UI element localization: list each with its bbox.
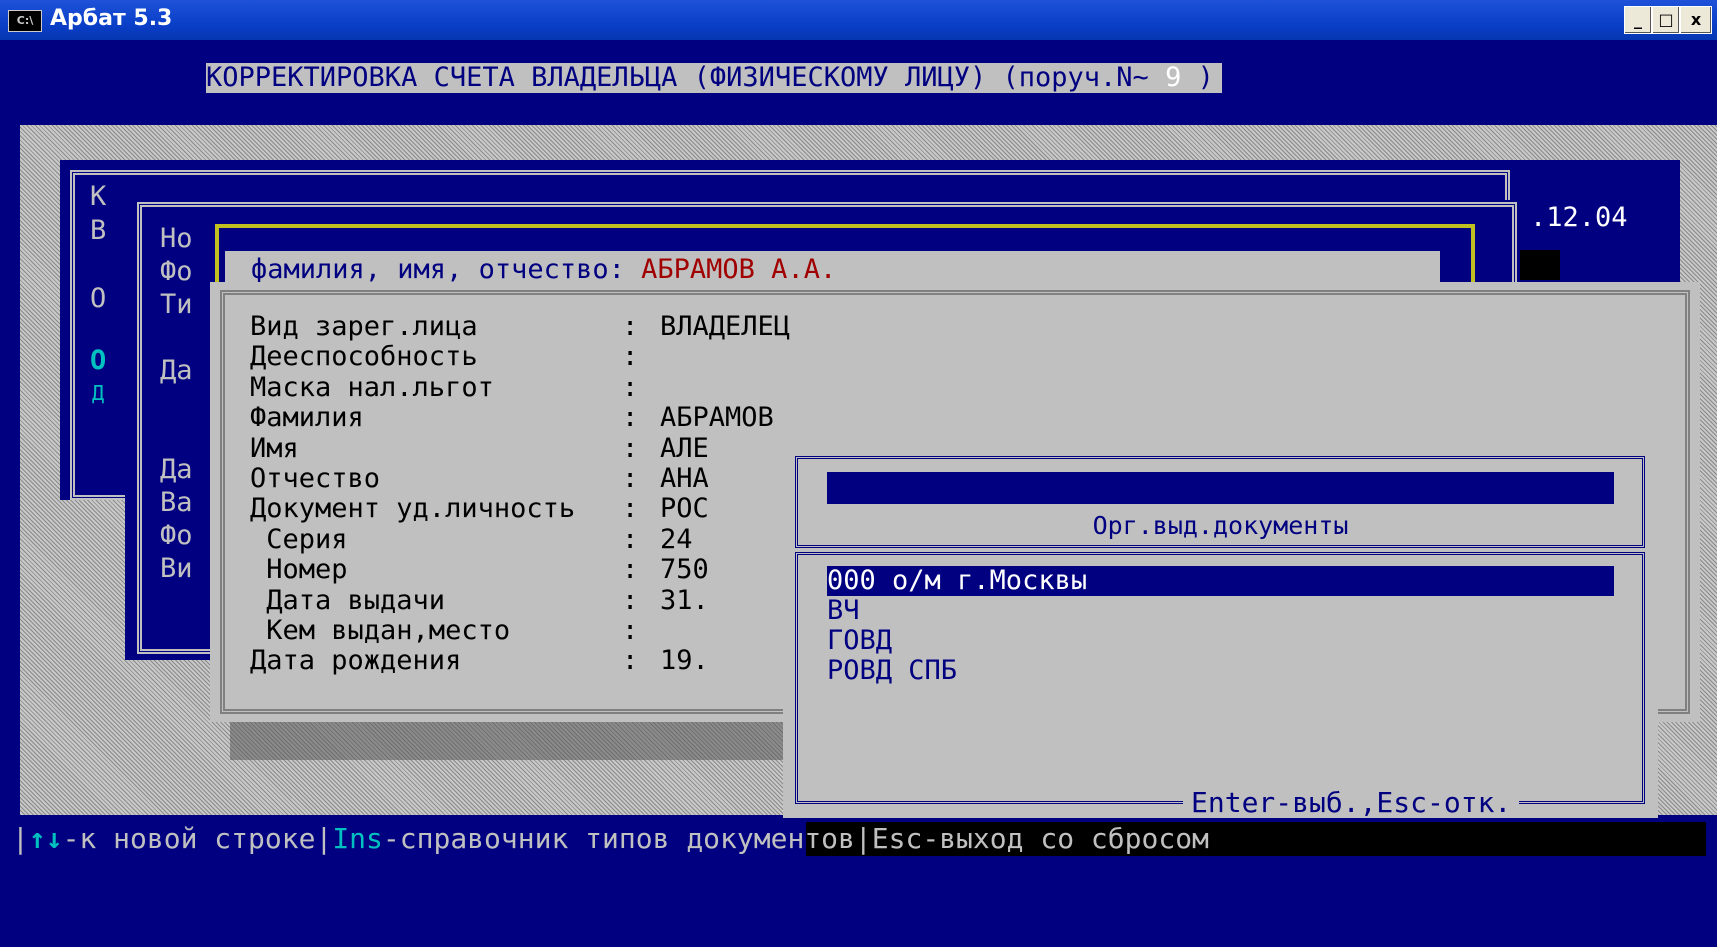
form-row-label: Маска нал.льгот [250, 371, 608, 403]
status-new-row: -к новой строке [62, 822, 316, 855]
bg-letter-d: Д [92, 381, 105, 405]
form-row-sep: : [622, 584, 639, 616]
form-row-label: Документ уд.личность [250, 493, 576, 525]
form-row-label: Дата рождения [250, 645, 608, 677]
form-shadow [230, 720, 790, 760]
bg-letter-v: В [90, 215, 107, 246]
lookup-title: Орг.выд.документы [1092, 511, 1349, 540]
mid-label-da2: Да [160, 454, 193, 485]
page-title: КОРРЕКТИРОВКА СЧЕТА ВЛАДЕЛЬЦА (ФИЗИЧЕСКО… [206, 63, 1222, 93]
status-bar: |↑↓-к новой строке|Ins-справочник типов … [12, 822, 1209, 855]
background-window-letters: К В О [90, 180, 106, 316]
form-row-sep: : [622, 462, 639, 494]
form-row-value[interactable]: 19. [660, 645, 709, 676]
window-title-bar[interactable]: C:\ Арбат 5.3 _ □ x [0, 0, 1717, 40]
form-row-sep: : [622, 554, 639, 586]
ins-key: Ins [332, 822, 383, 855]
form-row-label: Дееспособность [250, 341, 608, 373]
date-fragment: .12.04 [1530, 202, 1628, 233]
form-row-sep: : [622, 341, 639, 373]
form-row-sep: : [622, 311, 639, 342]
form-row-value[interactable]: 31. [660, 585, 709, 616]
lookup-list-item[interactable]: ГОВД [827, 626, 1614, 656]
maximize-button[interactable]: □ [1652, 6, 1680, 34]
page-title-text: КОРРЕКТИРОВКА СЧЕТА ВЛАДЕЛЬЦА (ФИЗИЧЕСКО… [206, 62, 1149, 93]
mid-label-fo: Фо [160, 256, 193, 287]
form-row-value[interactable]: АБРАМОВ [660, 402, 774, 433]
form-row-sep: : [622, 645, 639, 677]
window-title: Арбат 5.3 [50, 6, 173, 31]
form-row-label: Кем выдан,место [250, 614, 608, 646]
mid-label-ti: Ти [160, 289, 193, 320]
name-bar-label: фамилия, имя, отчество: [251, 254, 625, 285]
lookup-list-item[interactable]: ВЧ [827, 596, 1614, 626]
minimize-button[interactable]: _ [1624, 6, 1652, 34]
lookup-list-item[interactable]: 000 о/м г.Москвы [827, 566, 1614, 596]
form-row-label: Вид зарег.лица [250, 311, 608, 342]
form-row-sep: : [622, 371, 639, 403]
form-row-value[interactable]: АЛЕ [660, 433, 709, 464]
form-row-value[interactable]: АНА [660, 463, 709, 494]
lookup-list: 000 о/м г.Москвы ВЧ ГОВД РОВД СПБ [827, 566, 1614, 686]
name-bar-value: АБРАМОВ А.А. [641, 254, 837, 285]
close-button[interactable]: x [1680, 6, 1712, 34]
bg-letter-o2: О [90, 345, 107, 376]
form-row-sep: : [622, 432, 639, 464]
console-icon: C:\ [8, 10, 42, 32]
mid-label-no: Но [160, 223, 193, 254]
lookup-footer-hint: Enter-выб.,Esc-отк. [1183, 788, 1520, 818]
form-row-value[interactable]: 750 [660, 554, 709, 585]
bg-letter-o1: О [90, 283, 107, 314]
form-row-sep: : [622, 523, 639, 555]
status-ins-text: -справочник типов документов [382, 822, 855, 855]
form-row-value[interactable]: ВЛАДЕЛЕЦ [660, 311, 790, 342]
form-row-label: Имя [250, 432, 608, 464]
form-row-label: Номер [250, 554, 608, 586]
mid-label-da1: Да [160, 355, 193, 386]
form-row-sep: : [622, 402, 639, 434]
order-number: 9 [1148, 62, 1198, 93]
form-row-value[interactable]: РОС [660, 493, 709, 524]
lookup-popup[interactable]: Орг.выд.документы 000 о/м г.Москвы ВЧ ГОВД… [783, 448, 1658, 818]
mid-label-va: Ва [160, 487, 193, 518]
page-title-end: ) [1197, 62, 1214, 93]
form-row-label: Отчество [250, 462, 608, 494]
middle-window-labels: Но Фо Ти Да Да Ва Фо Ви [160, 222, 193, 585]
arrows-key: ↑↓ [28, 822, 63, 855]
form-row-label: Серия [250, 523, 608, 555]
form-row-label: Дата выдачи [250, 584, 608, 616]
bg-letter-k: К [90, 181, 107, 212]
form-row-sep: : [622, 493, 639, 525]
mid-label-fo2: Фо [160, 520, 193, 551]
lookup-list-item[interactable]: РОВД СПБ [827, 656, 1614, 686]
form-row-value[interactable]: 24 [660, 524, 693, 555]
lookup-search-input[interactable] [827, 472, 1614, 504]
form-row-sep: : [622, 614, 639, 646]
form-row-label: Фамилия [250, 402, 608, 434]
mid-label-vi: Ви [160, 553, 193, 584]
status-esc-text: Esc-выход со сбросом [871, 822, 1209, 855]
